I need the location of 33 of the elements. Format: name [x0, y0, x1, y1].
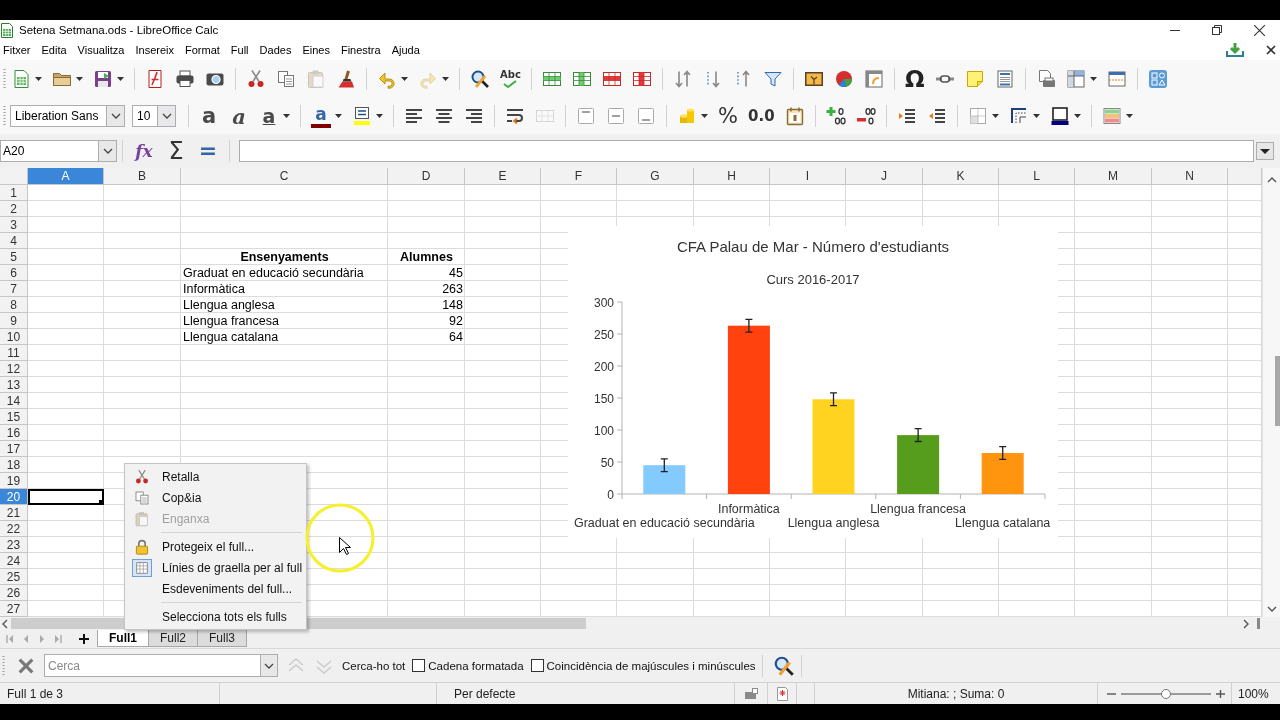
category-label: Llengua anglesa [787, 516, 880, 530]
table-cell-text: 92 [448, 313, 464, 329]
selection-summary: Mitiana: ; Suma: 0 [907, 686, 1005, 701]
table-cell-text: Llengua catalana [182, 329, 280, 345]
category-label: Informàtica [718, 502, 780, 516]
category-label: Graduat en educació secundària [573, 516, 755, 530]
zoom-percentage: 100% [1238, 686, 1269, 701]
table-cell-text: Informàtica [182, 281, 246, 297]
y-tick-label: 150 [593, 391, 614, 406]
y-tick-label: 0 [607, 487, 614, 502]
chart-title: CFA Palau de Mar - Número d'estudiants [676, 238, 950, 255]
table-cell-text: Llengua francesa [182, 313, 280, 329]
chart-subtitle: Curs 2016-2017 [766, 272, 860, 287]
checkbox-label: Cadena formatada [428, 659, 524, 672]
y-tick-label: 50 [600, 455, 614, 470]
sheet-position: Full 1 de 3 [7, 686, 64, 701]
y-tick-label: 300 [593, 295, 614, 310]
window-title: Setena Setmana.ods - LibreOffice Calc [19, 24, 219, 36]
table-cell-text: 148 [441, 297, 464, 313]
y-tick-label: 250 [593, 327, 614, 342]
table-cell-text: Graduat en educació secundària [182, 265, 365, 281]
page-style: Per defecte [454, 686, 516, 701]
y-tick-label: 200 [593, 359, 614, 374]
table-cell-text: 263 [441, 281, 464, 297]
header-cell-text: Alumnes [399, 249, 454, 265]
header-cell-text: Ensenyaments [239, 249, 330, 265]
table-cell-text: 64 [448, 329, 464, 345]
table-cell-text: Llengua anglesa [182, 297, 276, 313]
table-cell-text: 45 [448, 265, 464, 281]
category-label: Llengua francesa [870, 502, 967, 516]
y-tick-label: 100 [593, 423, 614, 438]
checkbox-label: Coincidència de majúscules i minúscules [546, 659, 756, 672]
category-label: Llengua catalana [955, 516, 1051, 530]
